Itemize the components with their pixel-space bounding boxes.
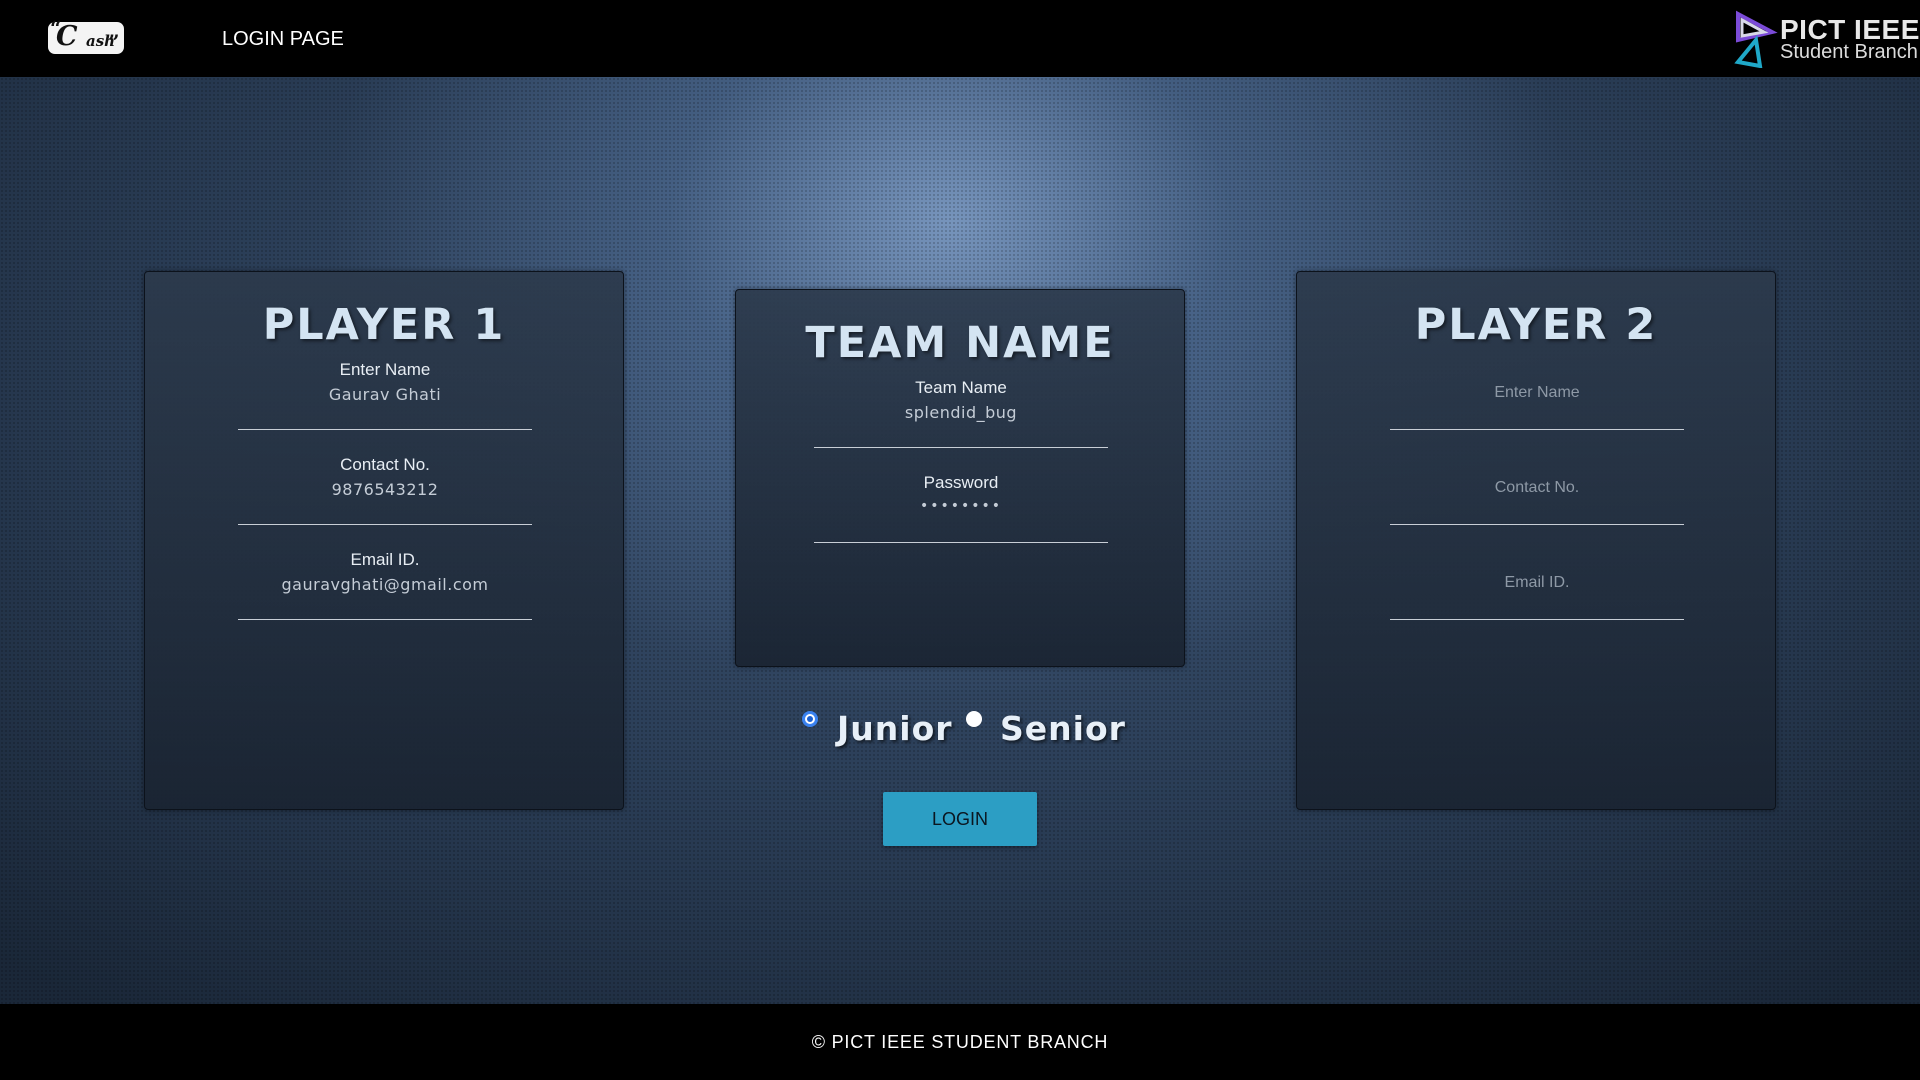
login-button[interactable]: LOGIN (883, 792, 1037, 846)
player2-contact-field[interactable]: Contact No. (1390, 455, 1684, 525)
player1-contact-label: Contact No. (340, 455, 430, 474)
ieee-logo-subtitle: Student Branch (1780, 41, 1918, 63)
nav-login-page-link[interactable]: LOGIN PAGE (222, 28, 344, 51)
senior-label[interactable]: Senior (1000, 709, 1126, 748)
senior-radio[interactable] (966, 711, 982, 727)
category-radio-group: Junior Senior (800, 709, 1130, 759)
player2-name-field[interactable]: Enter Name (1390, 360, 1684, 430)
team-name-field[interactable]: Team Name splendid_bug (814, 378, 1108, 448)
junior-radio[interactable] (802, 711, 818, 727)
footer: © PICT IEEE STUDENT BRANCH (0, 1004, 1920, 1080)
player2-email-placeholder: Email ID. (1504, 574, 1570, 591)
junior-label[interactable]: Junior (837, 709, 953, 748)
player1-card: PLAYER 1 Enter Name Gaurav Ghati Contact… (144, 271, 624, 810)
player2-name-placeholder: Enter Name (1494, 384, 1580, 401)
player1-name-label: Enter Name (339, 360, 431, 379)
team-card: TEAM NAME Team Name splendid_bug Passwor… (735, 289, 1185, 667)
player1-contact-value: 9876543212 (331, 480, 439, 499)
team-title: TEAM NAME (805, 318, 1115, 368)
logo-quote-close: ” (108, 30, 120, 54)
player1-name-field[interactable]: Enter Name Gaurav Ghati (238, 360, 532, 430)
team-name-value: splendid_bug (904, 403, 1018, 422)
player1-email-value: gauravghati@gmail.com (281, 575, 489, 594)
player1-email-label: Email ID. (350, 550, 420, 569)
team-password-label: Password (923, 473, 999, 492)
player1-email-field[interactable]: Email ID. gauravghati@gmail.com (238, 550, 532, 620)
player2-card: PLAYER 2 Enter Name Contact No. Email ID… (1296, 271, 1776, 810)
team-password-value: •••••••• (919, 498, 1003, 514)
player1-title: PLAYER 1 (262, 300, 506, 350)
player1-name-value: Gaurav Ghati (328, 385, 442, 404)
pict-ieee-logo: PICT IEEE Student Branch (1728, 8, 1919, 68)
player2-contact-placeholder: Contact No. (1494, 479, 1580, 496)
team-password-field[interactable]: Password •••••••• (814, 473, 1108, 543)
footer-copyright: © PICT IEEE STUDENT BRANCH (811, 1032, 1109, 1052)
player2-title: PLAYER 2 (1414, 300, 1658, 350)
logo-letter: C (56, 21, 78, 52)
player1-contact-field[interactable]: Contact No. 9876543212 (238, 455, 532, 525)
top-navbar: “ C ash ” LOGIN PAGE PICT IEEE Student B… (0, 0, 1920, 77)
clash-logo[interactable]: “ C ash ” (48, 16, 124, 54)
player2-email-field[interactable]: Email ID. (1390, 550, 1684, 620)
team-name-label: Team Name (915, 378, 1007, 397)
ieee-triangle-icon (1734, 10, 1778, 68)
